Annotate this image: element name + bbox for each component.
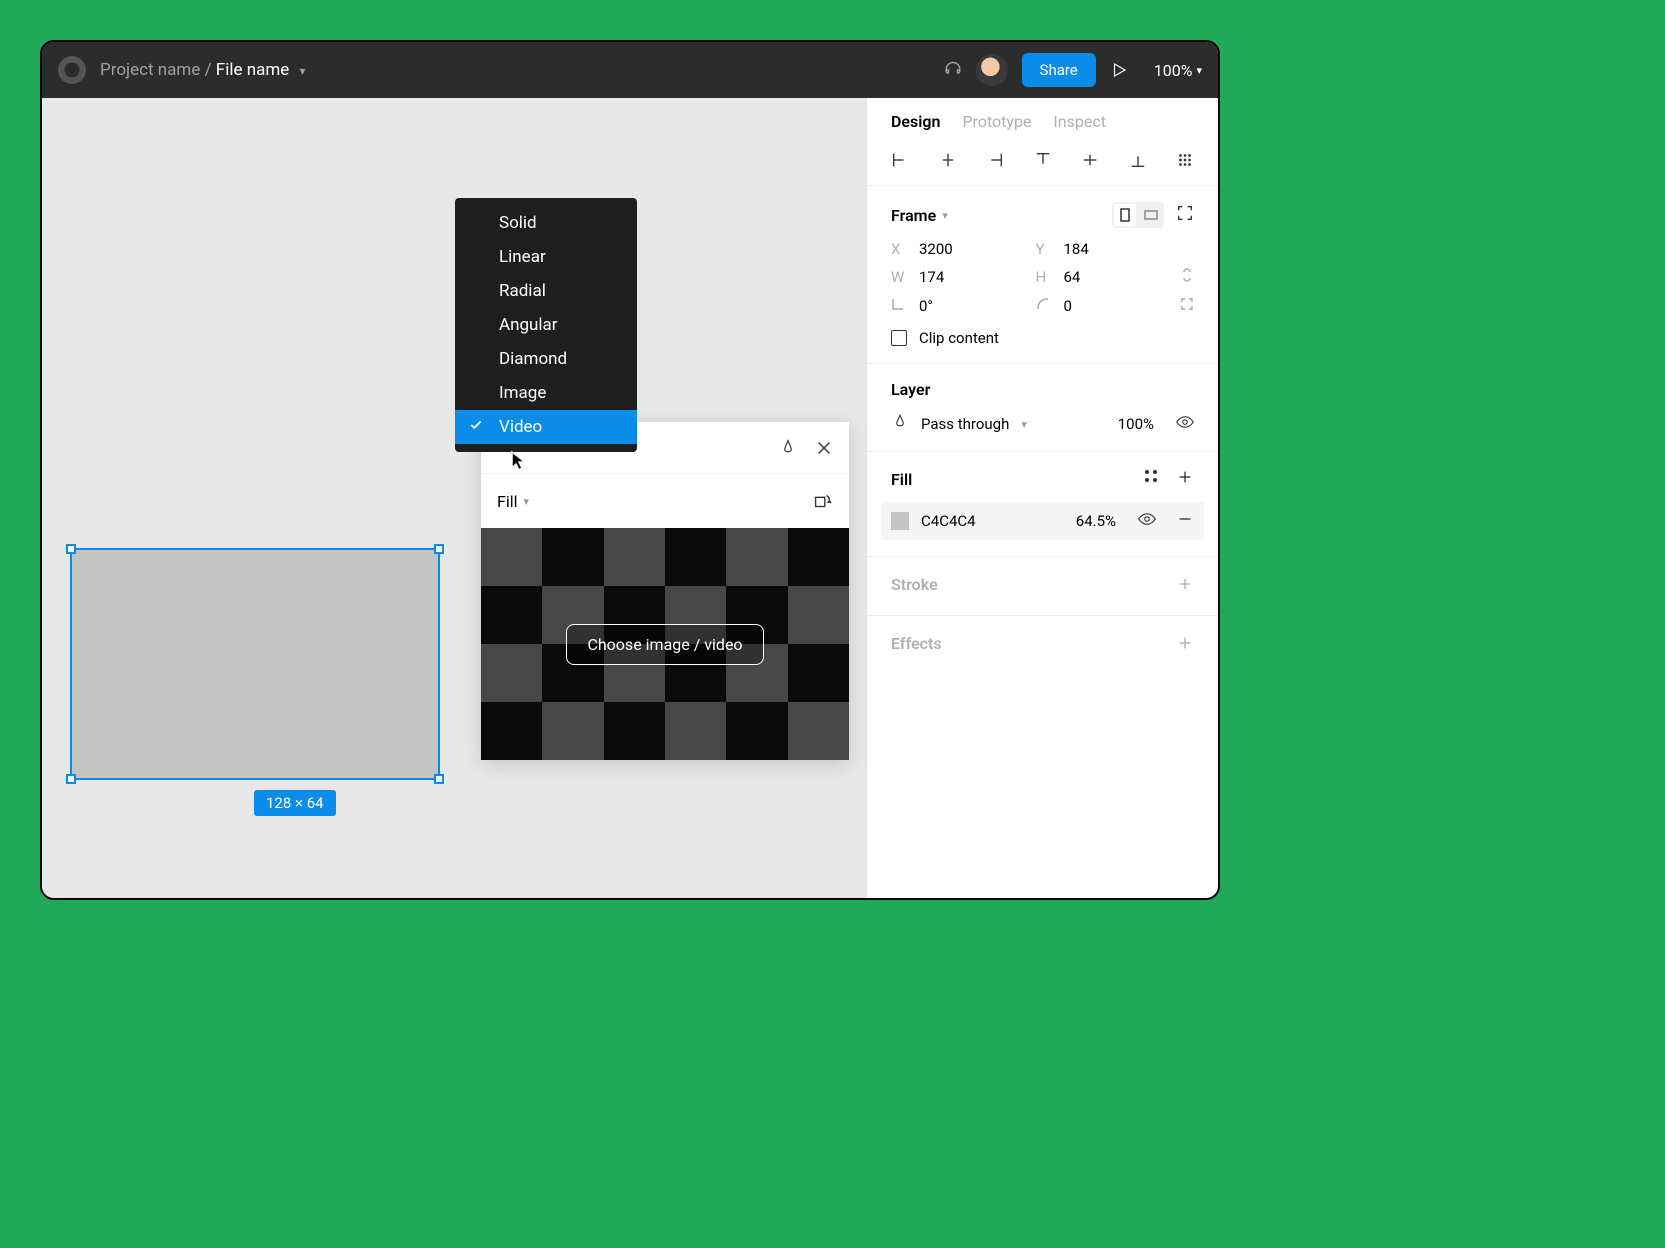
resize-fit-icon[interactable] <box>1176 204 1194 226</box>
app-window: Project name / File name ▾ Share 100% ▾ … <box>40 40 1220 900</box>
fill-hex[interactable]: C4C4C4 <box>921 512 976 530</box>
chevron-down-icon[interactable]: ▾ <box>299 64 305 78</box>
app-logo[interactable] <box>58 56 86 84</box>
resize-handle-bl[interactable] <box>66 774 76 784</box>
fill-mode-label[interactable]: Fill <box>497 492 518 511</box>
align-bottom-icon[interactable] <box>1129 151 1147 169</box>
fill-type-option-angular[interactable]: Angular <box>455 308 637 342</box>
effects-title: Effects <box>891 634 942 656</box>
blend-mode-value[interactable]: Pass through <box>921 415 1009 433</box>
resize-handle-br[interactable] <box>434 774 444 784</box>
effects-section: Effects <box>867 616 1218 674</box>
distribute-icon[interactable] <box>1176 151 1194 169</box>
tab-prototype[interactable]: Prototype <box>962 112 1031 131</box>
fill-type-option-image[interactable]: Image <box>455 376 637 410</box>
project-name: Project name <box>100 60 200 80</box>
link-dimensions-icon[interactable] <box>1180 266 1194 288</box>
breadcrumb[interactable]: Project name / File name ▾ <box>100 60 306 80</box>
chevron-down-icon[interactable]: ▾ <box>1021 418 1027 431</box>
share-button[interactable]: Share <box>1022 53 1096 87</box>
radius-field[interactable]: 0 <box>1036 297 1165 315</box>
fill-type-dropdown: Solid Linear Radial Angular Diamond Imag… <box>455 198 637 452</box>
fill-type-option-video[interactable]: Video <box>455 410 637 444</box>
style-icon[interactable] <box>1144 468 1158 490</box>
play-icon[interactable] <box>1110 61 1128 79</box>
inspector-panel: Design Prototype Inspect Frame ▾ <box>866 98 1218 898</box>
close-icon[interactable] <box>815 439 833 457</box>
align-hcenter-icon[interactable] <box>939 151 957 169</box>
fill-section: Fill C4C4C4 64.5% <box>867 452 1218 557</box>
align-left-icon[interactable] <box>891 151 909 169</box>
resize-handle-tl[interactable] <box>66 544 76 554</box>
check-icon <box>469 417 483 437</box>
h-field[interactable]: H64 <box>1036 268 1165 286</box>
clip-content-label: Clip content <box>919 329 999 347</box>
portrait-icon[interactable] <box>1114 204 1136 226</box>
align-right-icon[interactable] <box>986 151 1004 169</box>
fill-type-option-radial[interactable]: Radial <box>455 274 637 308</box>
frame-title[interactable]: Frame <box>891 206 936 225</box>
zoom-value: 100% <box>1154 61 1193 80</box>
blend-mode-icon[interactable] <box>891 413 909 435</box>
landscape-icon[interactable] <box>1140 204 1162 226</box>
add-fill-icon[interactable] <box>1176 468 1194 490</box>
file-name: File name <box>216 60 289 80</box>
fill-row[interactable]: C4C4C4 64.5% <box>881 502 1204 540</box>
layer-opacity-value[interactable]: 100% <box>1118 415 1154 433</box>
choose-media-button[interactable]: Choose image / video <box>566 624 763 665</box>
rotate-icon[interactable] <box>811 490 833 512</box>
resize-handle-tr[interactable] <box>434 544 444 554</box>
y-field[interactable]: Y184 <box>1036 240 1165 258</box>
tab-inspect[interactable]: Inspect <box>1053 112 1106 131</box>
clip-content-checkbox[interactable] <box>891 330 907 346</box>
fill-type-option-linear[interactable]: Linear <box>455 240 637 274</box>
chevron-down-icon[interactable]: ▾ <box>524 495 530 508</box>
add-effect-icon[interactable] <box>1176 634 1194 656</box>
eyedropper-icon[interactable] <box>779 439 797 457</box>
selection-dimensions-badge: 128 × 64 <box>254 790 336 816</box>
fill-preview: Choose image / video <box>481 528 849 760</box>
fill-picker-panel: Fill ▾ Choose image / video <box>481 422 849 760</box>
chevron-down-icon[interactable]: ▾ <box>942 209 948 222</box>
cursor-icon <box>510 450 528 476</box>
fill-opacity[interactable]: 64.5% <box>1076 512 1116 530</box>
user-avatar[interactable] <box>976 54 1008 86</box>
visibility-icon[interactable] <box>1138 510 1156 532</box>
frame-section: Frame ▾ X3200 Y184 W174 H64 0° <box>867 186 1218 364</box>
add-stroke-icon[interactable] <box>1176 575 1194 597</box>
remove-fill-icon[interactable] <box>1176 510 1194 532</box>
chevron-down-icon: ▾ <box>1196 64 1202 77</box>
layer-title: Layer <box>891 380 1194 399</box>
fill-swatch[interactable] <box>891 512 909 530</box>
w-field[interactable]: W174 <box>891 268 1020 286</box>
alignment-row <box>867 141 1218 186</box>
zoom-control[interactable]: 100% ▾ <box>1154 61 1202 80</box>
selected-frame[interactable] <box>70 548 440 780</box>
layer-section: Layer Pass through ▾ 100% <box>867 364 1218 452</box>
align-vcenter-icon[interactable] <box>1081 151 1099 169</box>
tab-design[interactable]: Design <box>891 112 940 131</box>
inspector-tabs: Design Prototype Inspect <box>867 98 1218 141</box>
stroke-title: Stroke <box>891 575 938 597</box>
x-field[interactable]: X3200 <box>891 240 1020 258</box>
fill-type-option-diamond[interactable]: Diamond <box>455 342 637 376</box>
orientation-toggle[interactable] <box>1112 202 1164 228</box>
corner-radius-expand-icon[interactable] <box>1180 296 1194 315</box>
align-top-icon[interactable] <box>1034 151 1052 169</box>
toolbar: Project name / File name ▾ Share 100% ▾ <box>42 42 1218 98</box>
fill-title: Fill <box>891 470 912 489</box>
stroke-section: Stroke <box>867 557 1218 616</box>
rotation-field[interactable]: 0° <box>891 297 1020 315</box>
visibility-icon[interactable] <box>1176 413 1194 435</box>
fill-type-option-solid[interactable]: Solid <box>455 206 637 240</box>
headphones-icon[interactable] <box>944 61 962 79</box>
